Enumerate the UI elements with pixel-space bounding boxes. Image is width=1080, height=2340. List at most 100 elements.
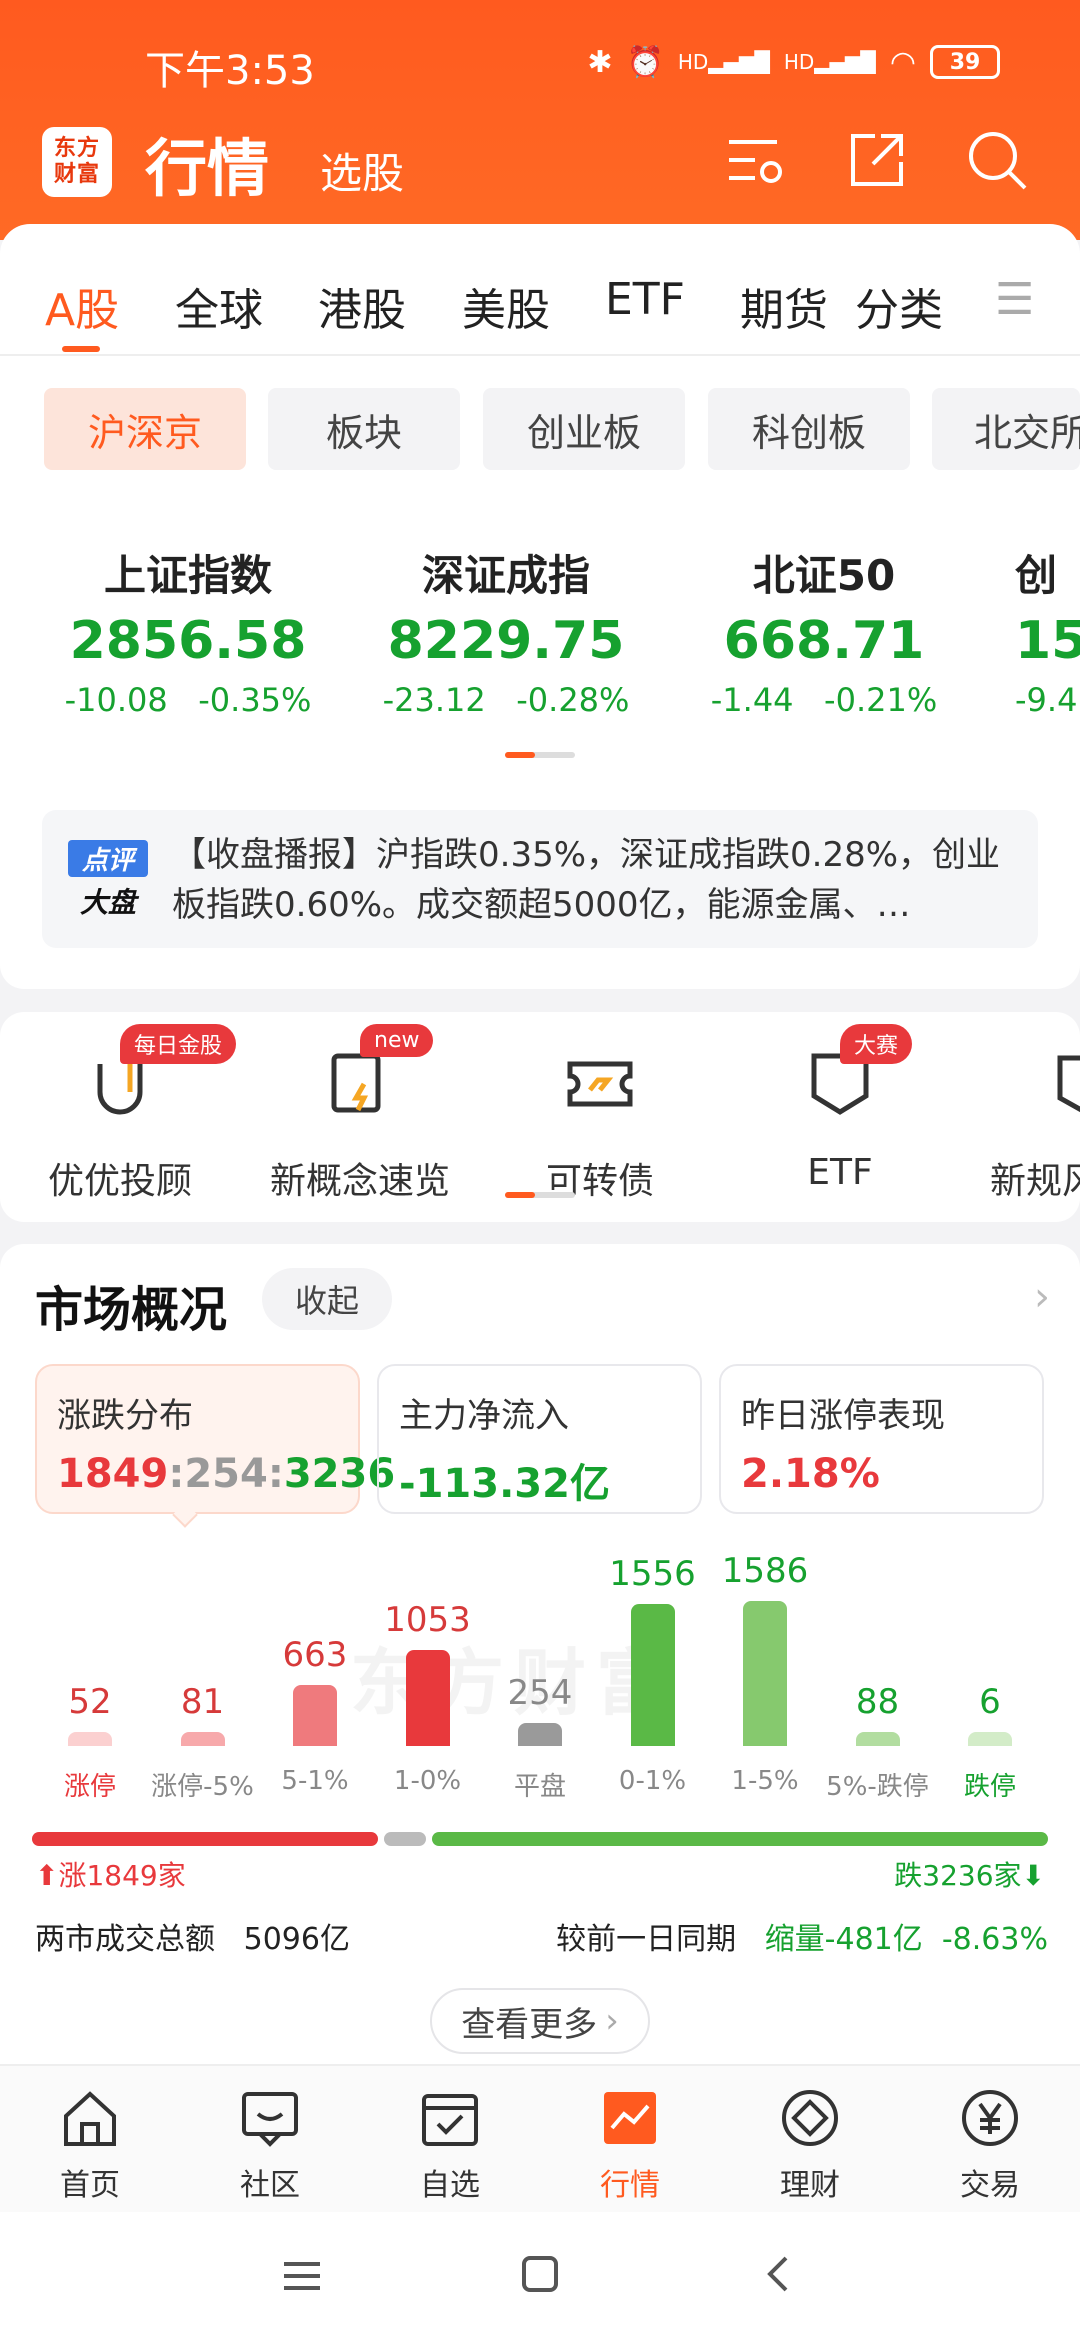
turnover-compare: 较前一日同期 缩量-481亿 -8.63%	[556, 1922, 1048, 1957]
nav-watchlist[interactable]: 自选	[390, 2086, 510, 2204]
ratio-bar-flat	[383, 1832, 427, 1846]
bar-value-8: 6	[979, 1682, 1001, 1722]
chevron-right-icon[interactable]: ›	[1034, 1274, 1050, 1320]
diamond-icon	[782, 2090, 838, 2146]
home-icon	[64, 2091, 116, 2146]
page-title: 行情	[145, 132, 270, 205]
arrow-down-icon: ⬇	[1021, 1859, 1045, 1892]
bar-category-2: 5-1%	[281, 1766, 349, 1796]
turnover: 两市成交总额 5096亿	[35, 1922, 350, 1957]
active-tab-indicator	[62, 346, 100, 352]
daily-stock-badge: 每日金股	[120, 1024, 237, 1064]
index-sse[interactable]: 上证指数 2856.58 -10.08 -0.35%	[38, 542, 338, 719]
tab-us[interactable]: 美股	[462, 274, 550, 338]
bar-category-6: 1-5%	[731, 1766, 799, 1796]
advance-decline-box[interactable]: 涨跌分布 1849:254:3236	[35, 1364, 395, 1514]
ratio-bar-up	[32, 1832, 378, 1846]
chevron-right-icon: ›	[605, 2001, 619, 2041]
home-square-icon[interactable]	[520, 2254, 560, 2294]
back-icon[interactable]	[760, 2254, 800, 2294]
bottom-nav: 首页 社区 自选 行情 理财 交易	[0, 2064, 1080, 2212]
chat-icon	[242, 2092, 298, 2147]
bar-0	[68, 1732, 112, 1746]
index-szse[interactable]: 深证成指 8229.75 -23.12 -0.28%	[356, 542, 656, 719]
feature-convertible-bonds[interactable]: 可转债	[500, 1044, 700, 1204]
chip-hushenjing[interactable]: 沪深京	[44, 388, 246, 470]
nav-trade[interactable]: 交易	[930, 2086, 1050, 2204]
tab-category[interactable]: 分类	[855, 274, 943, 338]
news-text: 【收盘播报】沪指跌0.35%，深证成指跌0.28%，创业板指跌0.60%。成交额…	[172, 835, 1001, 925]
bar-value-6: 1586	[721, 1551, 809, 1591]
down-count: 跌3236家⬇	[894, 1859, 1045, 1892]
feature-etf[interactable]: 大赛 ETF	[740, 1024, 940, 1193]
bar-6	[743, 1601, 787, 1746]
feature-new-concepts[interactable]: new 新概念速览	[260, 1024, 460, 1204]
bluetooth-icon: ✱	[587, 44, 613, 80]
chip-star[interactable]: 科创板	[708, 388, 910, 470]
bar-category-7: 5%-跌停	[826, 1772, 929, 1802]
section-title: 市场概况	[35, 1282, 228, 1338]
chip-sector[interactable]: 板块	[268, 388, 460, 470]
settings-list-icon[interactable]	[725, 128, 789, 192]
alarm-icon: ⏰	[626, 44, 664, 80]
signal-icon-1: HD▂▄▆█	[677, 50, 770, 74]
nav-community[interactable]: 社区	[210, 2086, 330, 2204]
share-icon[interactable]	[845, 128, 909, 192]
bar-value-4: 254	[507, 1672, 573, 1713]
tab-futures[interactable]: 期货	[740, 274, 828, 338]
collapse-button[interactable]: 收起	[262, 1268, 392, 1330]
feature-advisor[interactable]: 每日金股 优优投顾	[20, 1024, 237, 1204]
status-icons: ✱ ⏰ HD▂▄▆█ HD▂▄▆█ ◠ 39	[587, 40, 1000, 84]
ticket-icon	[567, 1061, 633, 1107]
tab-hk[interactable]: 港股	[318, 274, 406, 338]
calendar-check-icon	[422, 2094, 478, 2146]
ratio-bar-down	[432, 1832, 1048, 1846]
search-icon[interactable]	[965, 128, 1029, 192]
market-review-badge: 点评 大盘	[68, 840, 148, 920]
menu-icon[interactable]	[282, 2256, 322, 2296]
bar-category-1: 涨停-5%	[151, 1772, 254, 1802]
bar-2	[293, 1685, 337, 1746]
bar-4	[518, 1722, 562, 1746]
tab-a-share[interactable]: A股	[45, 274, 119, 338]
bar-category-8: 跌停	[963, 1772, 1016, 1802]
app-logo: 东方 财富	[42, 127, 112, 197]
arrow-up-icon: ⬆	[35, 1859, 59, 1892]
quotes-card: A股 全球 港股 美股 ETF 期货 分类 ☰ 沪深京 板块 创业板 科创板 北…	[0, 224, 1080, 989]
bar-7	[855, 1732, 900, 1746]
menu-icon[interactable]: ☰	[995, 274, 1034, 325]
market-tabs: A股 全球 港股 美股 ETF 期货 分类 ☰	[0, 224, 1080, 356]
bar-value-3: 1053	[384, 1599, 471, 1640]
market-news-banner[interactable]: 点评 大盘 【收盘播报】沪指跌0.35%，深证成指跌0.28%，创业板指跌0.6…	[42, 810, 1038, 948]
chip-bse[interactable]: 北交所	[932, 388, 1080, 470]
index-pager	[505, 752, 575, 758]
nav-home[interactable]: 首页	[30, 2086, 150, 2204]
index-bse50[interactable]: 北证50 668.71 -1.44 -0.21%	[674, 542, 974, 719]
bar-value-1: 81	[180, 1682, 225, 1722]
chip-chinext[interactable]: 创业板	[483, 388, 685, 470]
status-time: 下午3:53	[145, 48, 315, 94]
index-chinext-partial[interactable]: 创 15 -9.4	[1015, 542, 1080, 719]
trend-chart-icon	[604, 2092, 656, 2144]
stock-picker-link[interactable]: 选股	[320, 140, 404, 201]
tab-global[interactable]: 全球	[175, 274, 263, 338]
bar-category-3: 1-0%	[393, 1766, 462, 1796]
up-count: ⬆涨1849家	[35, 1859, 186, 1892]
wifi-icon: ◠	[889, 44, 916, 80]
bar-8	[968, 1732, 1012, 1746]
market-overview: 市场概况 收起 › 涨跌分布 1849:254:3236 主力净流入 -113.…	[0, 1244, 1080, 2064]
bar-value-0: 52	[68, 1682, 112, 1722]
system-nav	[0, 2212, 1080, 2340]
nav-quotes[interactable]: 行情	[570, 2086, 690, 2204]
bar-3	[405, 1649, 450, 1746]
top-header: 下午3:53 ✱ ⏰ HD▂▄▆█ HD▂▄▆█ ◠ 39 东方 财富 行情 选股	[0, 0, 1080, 240]
bar-1	[180, 1732, 225, 1746]
net-inflow-box[interactable]: 主力净流入 -113.32亿	[377, 1364, 702, 1514]
limit-up-performance-box[interactable]: 昨日涨停表现 2.18%	[719, 1364, 1044, 1514]
tab-etf[interactable]: ETF	[605, 274, 685, 325]
bar-value-2: 663	[282, 1635, 348, 1676]
feature-pager	[505, 1192, 575, 1198]
nav-wealth[interactable]: 理财	[750, 2086, 870, 2204]
feature-new-rules[interactable]: 新规风	[980, 1044, 1080, 1204]
view-more-button[interactable]: 查看更多 ›	[430, 1988, 650, 2054]
